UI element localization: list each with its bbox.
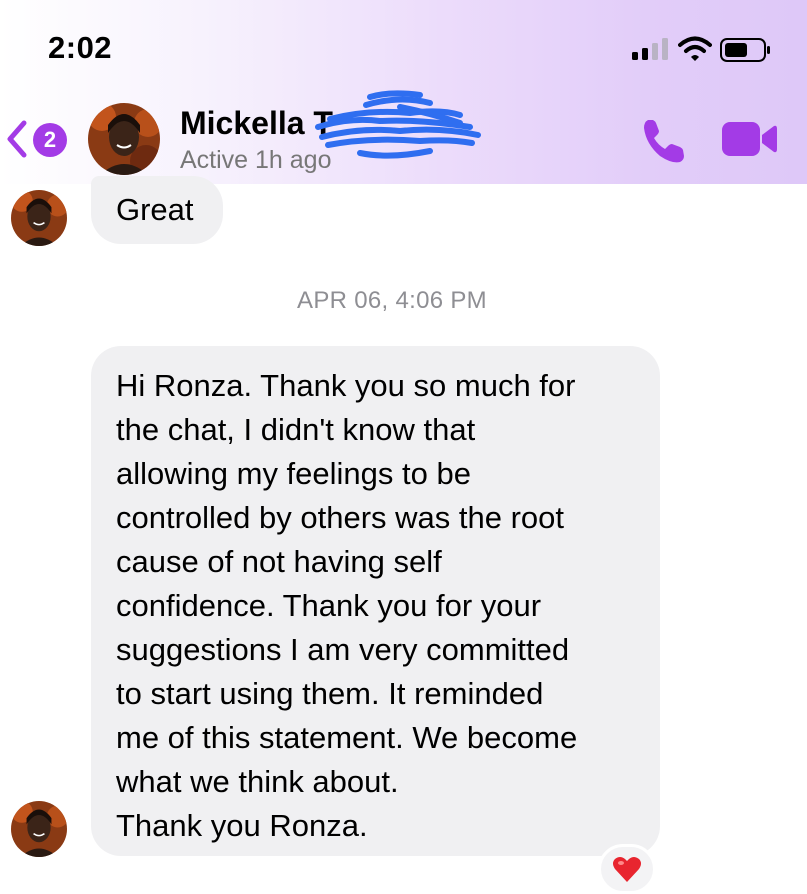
back-button[interactable]: 2 — [6, 118, 76, 160]
message-avatar[interactable] — [11, 190, 67, 246]
battery-icon — [720, 38, 770, 62]
avatar-photo — [88, 103, 160, 175]
signal-icon — [632, 38, 668, 60]
phone-icon[interactable] — [638, 116, 688, 166]
heart-icon — [613, 857, 641, 882]
message-avatar[interactable] — [11, 801, 67, 857]
chat-header: 2:02 2 Mickella T Active 1h ago — [0, 0, 807, 184]
contact-avatar[interactable] — [88, 103, 160, 175]
message-bubble[interactable]: Hi Ronza. Thank you so much for the chat… — [91, 346, 660, 856]
avatar-photo — [11, 190, 67, 246]
chevron-left-icon — [7, 120, 27, 158]
message-timestamp: APR 06, 4:06 PM — [297, 287, 487, 314]
contact-status: Active 1h ago — [180, 146, 332, 174]
redaction-scribble — [315, 90, 481, 159]
message-bubble[interactable]: Great — [91, 176, 223, 244]
unread-count-badge: 2 — [33, 123, 67, 157]
avatar-photo — [11, 801, 67, 857]
video-camera-icon[interactable] — [720, 120, 778, 158]
reaction-badge[interactable] — [598, 844, 656, 894]
wifi-icon — [678, 36, 712, 61]
status-time: 2:02 — [48, 30, 113, 65]
